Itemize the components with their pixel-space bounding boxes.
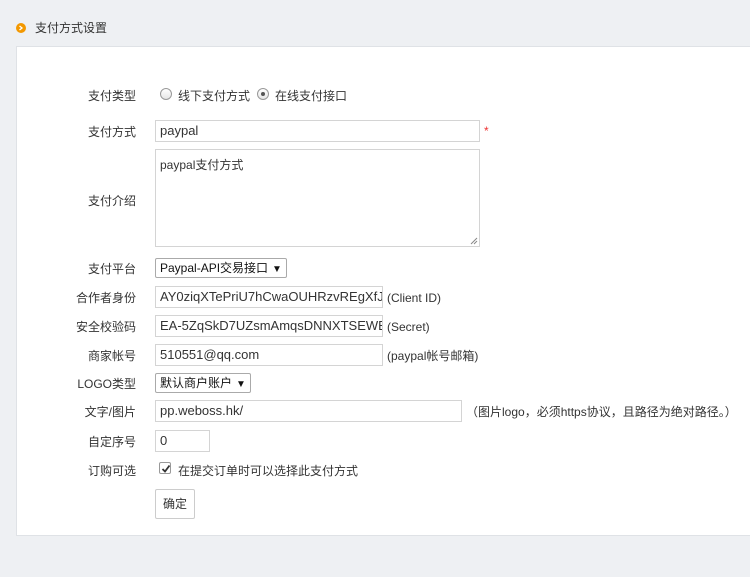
merchant-account-input[interactable]: 510551@qq.com <box>155 344 383 366</box>
text-image-label: 文字/图片 <box>84 405 136 419</box>
logo-type-value: 默认商户账户 <box>160 376 233 390</box>
security-code-input[interactable]: EA-5ZqSkD7UZsmAmqsDNNXTSEWEiE <box>155 315 383 337</box>
radio-online-payment-label[interactable]: 在线支付接口 <box>275 89 347 103</box>
security-code-hint: (Secret) <box>387 320 430 334</box>
partner-id-label: 合作者身份 <box>75 291 136 305</box>
logo-type-label: LOGO类型 <box>77 377 136 391</box>
text-image-hint: （图片logo，必须https协议，且路径为绝对路径。） <box>466 405 737 419</box>
pay-platform-select[interactable]: Paypal-API交易接口 ▼ <box>155 258 287 278</box>
submit-button[interactable]: 确定 <box>155 489 196 519</box>
text-image-input[interactable]: pp.weboss.hk/ <box>155 400 462 422</box>
pay-intro-textarea[interactable]: paypal支付方式 <box>155 149 480 247</box>
required-mark: * <box>484 124 489 138</box>
logo-type-select[interactable]: 默认商户账户 ▼ <box>155 373 251 393</box>
dropdown-arrow-icon: ▼ <box>272 264 282 275</box>
radio-online-payment[interactable] <box>257 88 269 100</box>
purchasable-label: 订购可选 <box>87 464 136 478</box>
radio-offline-payment[interactable] <box>160 88 172 100</box>
pay-platform-value: Paypal-API交易接口 <box>160 261 269 275</box>
resize-grip-icon[interactable] <box>470 237 478 245</box>
page-title: 支付方式设置 <box>35 21 108 35</box>
merchant-account-hint: (paypal帐号邮箱) <box>387 349 479 363</box>
pay-intro-label: 支付介绍 <box>87 194 136 208</box>
partner-id-hint: (Client ID) <box>387 291 442 305</box>
checkmark-icon <box>161 464 171 473</box>
sort-order-label: 自定序号 <box>87 435 136 449</box>
purchasable-checkbox[interactable] <box>159 462 171 474</box>
pay-method-label: 支付方式 <box>87 125 136 139</box>
pay-platform-label: 支付平台 <box>87 262 136 276</box>
merchant-account-label: 商家帐号 <box>87 349 136 363</box>
chevron-right-circle-icon <box>16 23 26 33</box>
pay-method-input[interactable]: paypal <box>155 120 480 142</box>
partner-id-input[interactable]: AY0ziqXTePriU7hCwaOUHRzvREgXfJYn <box>155 286 383 308</box>
sort-order-input[interactable]: 0 <box>155 430 210 452</box>
purchasable-checkbox-label[interactable]: 在提交订单时可以选择此支付方式 <box>178 464 358 478</box>
pay-type-label: 支付类型 <box>87 89 136 103</box>
pay-intro-text: paypal支付方式 <box>160 158 244 172</box>
page-header: 支付方式设置 <box>0 0 750 46</box>
dropdown-arrow-icon: ▼ <box>236 379 246 390</box>
radio-offline-payment-label[interactable]: 线下支付方式 <box>178 89 250 103</box>
security-code-label: 安全校验码 <box>75 320 136 334</box>
